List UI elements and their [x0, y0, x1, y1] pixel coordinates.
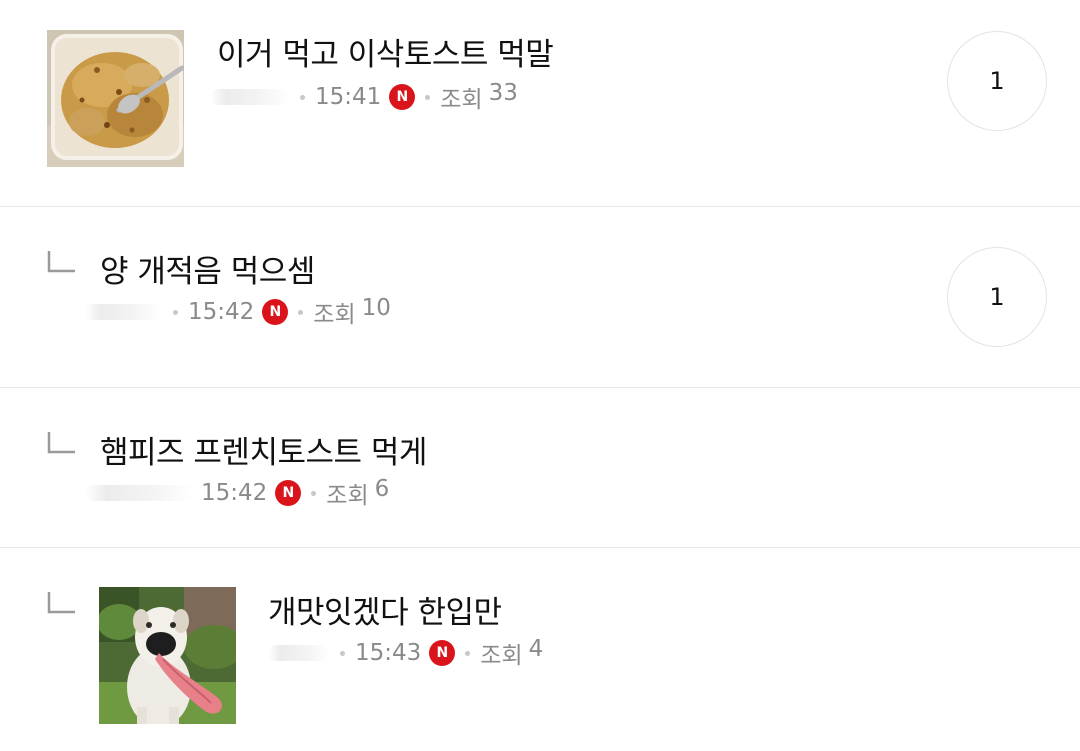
post-thumbnail[interactable] — [47, 30, 184, 167]
reply-arrow-icon — [47, 592, 75, 614]
view-label: 조회 — [313, 302, 356, 328]
dog-tongue-photo — [99, 587, 236, 724]
new-badge-icon: N — [275, 480, 302, 506]
post-time: 15:41 — [315, 84, 382, 110]
comment-count-button[interactable]: 1 — [947, 247, 1047, 347]
view-number: 6 — [374, 476, 390, 502]
post-title[interactable]: 이거 먹고 이삭토스트 먹말 — [217, 29, 554, 74]
view-count: 조회 10 — [313, 295, 391, 329]
post-meta: 15:41 N 조회 33 — [210, 80, 518, 114]
view-number: 33 — [488, 80, 518, 106]
author-name-blurred — [85, 485, 193, 501]
author-name-blurred — [268, 645, 330, 661]
post-title[interactable]: 양 개적음 먹으셈 — [100, 246, 315, 291]
post-title[interactable]: 햄피즈 프렌치토스트 먹게 — [100, 427, 427, 472]
separator-dot — [465, 650, 471, 656]
reply-arrow-icon — [47, 251, 75, 273]
separator-dot — [300, 94, 305, 100]
new-badge-icon: N — [429, 640, 456, 666]
author-name-blurred — [85, 304, 163, 320]
view-label: 조회 — [480, 643, 523, 669]
post-list: 이거 먹고 이삭토스트 먹말 15:41 N 조회 33 1 양 개적음 먹으셈… — [0, 0, 1080, 751]
list-item[interactable]: 양 개적음 먹으셈 15:42 N 조회 10 1 — [0, 207, 1080, 387]
view-label: 조회 — [440, 87, 483, 113]
view-label: 조회 — [326, 483, 369, 509]
separator-dot — [173, 309, 178, 315]
post-meta: 15:42 N 조회 6 — [85, 476, 389, 510]
separator-dot — [311, 490, 317, 496]
list-item[interactable]: 개맛잇겠다 한입만 15:43 N 조회 4 — [0, 548, 1080, 751]
separator-dot — [340, 650, 345, 656]
author-name-blurred — [210, 89, 290, 105]
post-time: 15:43 — [355, 640, 422, 666]
post-thumbnail[interactable] — [99, 587, 236, 724]
view-count: 조회 4 — [480, 636, 543, 670]
list-item[interactable]: 햄피즈 프렌치토스트 먹게 15:42 N 조회 6 — [0, 388, 1080, 547]
view-count: 조회 33 — [440, 80, 518, 114]
rice-in-container-photo — [47, 30, 184, 167]
post-meta: 15:43 N 조회 4 — [268, 636, 543, 670]
new-badge-icon: N — [262, 299, 289, 325]
comment-count-button[interactable]: 1 — [947, 31, 1047, 131]
post-time: 15:42 — [188, 299, 255, 325]
post-time: 15:42 — [201, 480, 268, 506]
list-item[interactable]: 이거 먹고 이삭토스트 먹말 15:41 N 조회 33 1 — [0, 0, 1080, 206]
view-number: 4 — [528, 636, 544, 662]
separator-dot — [425, 94, 431, 100]
post-meta: 15:42 N 조회 10 — [85, 295, 391, 329]
new-badge-icon: N — [389, 84, 416, 110]
view-count: 조회 6 — [326, 476, 389, 510]
reply-arrow-icon — [47, 432, 75, 454]
separator-dot — [298, 309, 304, 315]
post-title[interactable]: 개맛잇겠다 한입만 — [268, 587, 502, 632]
view-number: 10 — [361, 295, 391, 321]
